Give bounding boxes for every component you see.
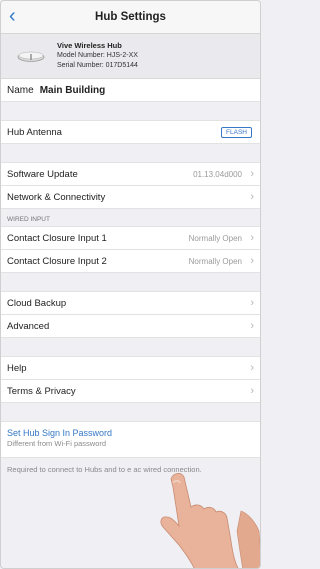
section-gap [1, 102, 260, 121]
section-gap [1, 338, 260, 357]
contact-closure-input-2-row[interactable]: Contact Closure Input 2 Normally Open › [1, 250, 260, 273]
section-gap [1, 403, 260, 422]
name-label: Name [7, 84, 34, 96]
set-hub-password-hint: Different from Wi-Fi password [7, 439, 107, 448]
help-row[interactable]: Help › [1, 357, 260, 380]
wired-input-header: WIRED INPUT [1, 209, 260, 227]
advanced-row[interactable]: Advanced › [1, 315, 260, 338]
page-title: Hub Settings [95, 11, 166, 23]
set-hub-password-row[interactable]: Set Hub Sign In Password Different from … [1, 422, 260, 458]
contact-closure-input-1-row[interactable]: Contact Closure Input 1 Normally Open › [1, 227, 260, 250]
advanced-label: Advanced [7, 320, 50, 332]
network-connectivity-label: Network & Connectivity [7, 191, 106, 203]
contact-closure-input-label: Contact Closure Input 1 [7, 232, 107, 244]
chevron-right-icon: › [250, 320, 254, 332]
hub-name: Vive Wireless Hub [57, 41, 122, 50]
name-value: Main Building [39, 84, 106, 96]
chevron-right-icon: › [250, 191, 254, 203]
hub-device-icon [17, 51, 45, 62]
chevron-right-icon: › [250, 362, 254, 374]
help-label: Help [7, 362, 27, 374]
settings-screen: ‹ Hub Settings Vive Wireless Hub Model N… [0, 0, 261, 569]
chevron-right-icon: › [250, 385, 254, 397]
network-connectivity-row[interactable]: Network & Connectivity › [1, 186, 260, 209]
software-update-row[interactable]: Software Update 01.13.04d000 › [1, 163, 260, 186]
section-gap [1, 273, 260, 292]
chevron-right-icon: › [250, 255, 254, 267]
terms-privacy-row[interactable]: Terms & Privacy › [1, 380, 260, 403]
back-button[interactable]: ‹ [9, 5, 16, 27]
terms-privacy-label: Terms & Privacy [7, 385, 76, 397]
hub-antenna-label: Hub Antenna [7, 126, 62, 138]
software-version: 01.13.04d000 [193, 169, 242, 179]
hub-model-number: Model Number: HJS-2-XX [57, 52, 138, 59]
set-hub-password-link[interactable]: Set Hub Sign In Password [7, 428, 254, 439]
chevron-right-icon: › [250, 232, 254, 244]
hub-info-card: Vive Wireless Hub Model Number: HJS-2-XX… [1, 34, 260, 79]
contact-closure-input-label: Contact Closure Input 2 [7, 255, 107, 267]
pointing-hand-image [160, 473, 260, 568]
hub-serial-number: Serial Number: 017D5144 [57, 62, 138, 69]
section-gap [1, 144, 260, 163]
software-update-label: Software Update [7, 168, 78, 180]
flash-button[interactable]: FLASH [221, 126, 252, 138]
hub-antenna-row: Hub Antenna FLASH [1, 121, 260, 144]
cloud-backup-row[interactable]: Cloud Backup › [1, 292, 260, 315]
chevron-right-icon: › [250, 297, 254, 309]
navigation-bar: ‹ Hub Settings [1, 1, 260, 34]
contact-closure-input-value: Normally Open [188, 233, 242, 243]
chevron-right-icon: › [250, 168, 254, 180]
name-row[interactable]: Name Main Building [1, 79, 260, 102]
cloud-backup-label: Cloud Backup [7, 297, 67, 309]
contact-closure-input-value: Normally Open [188, 256, 242, 266]
